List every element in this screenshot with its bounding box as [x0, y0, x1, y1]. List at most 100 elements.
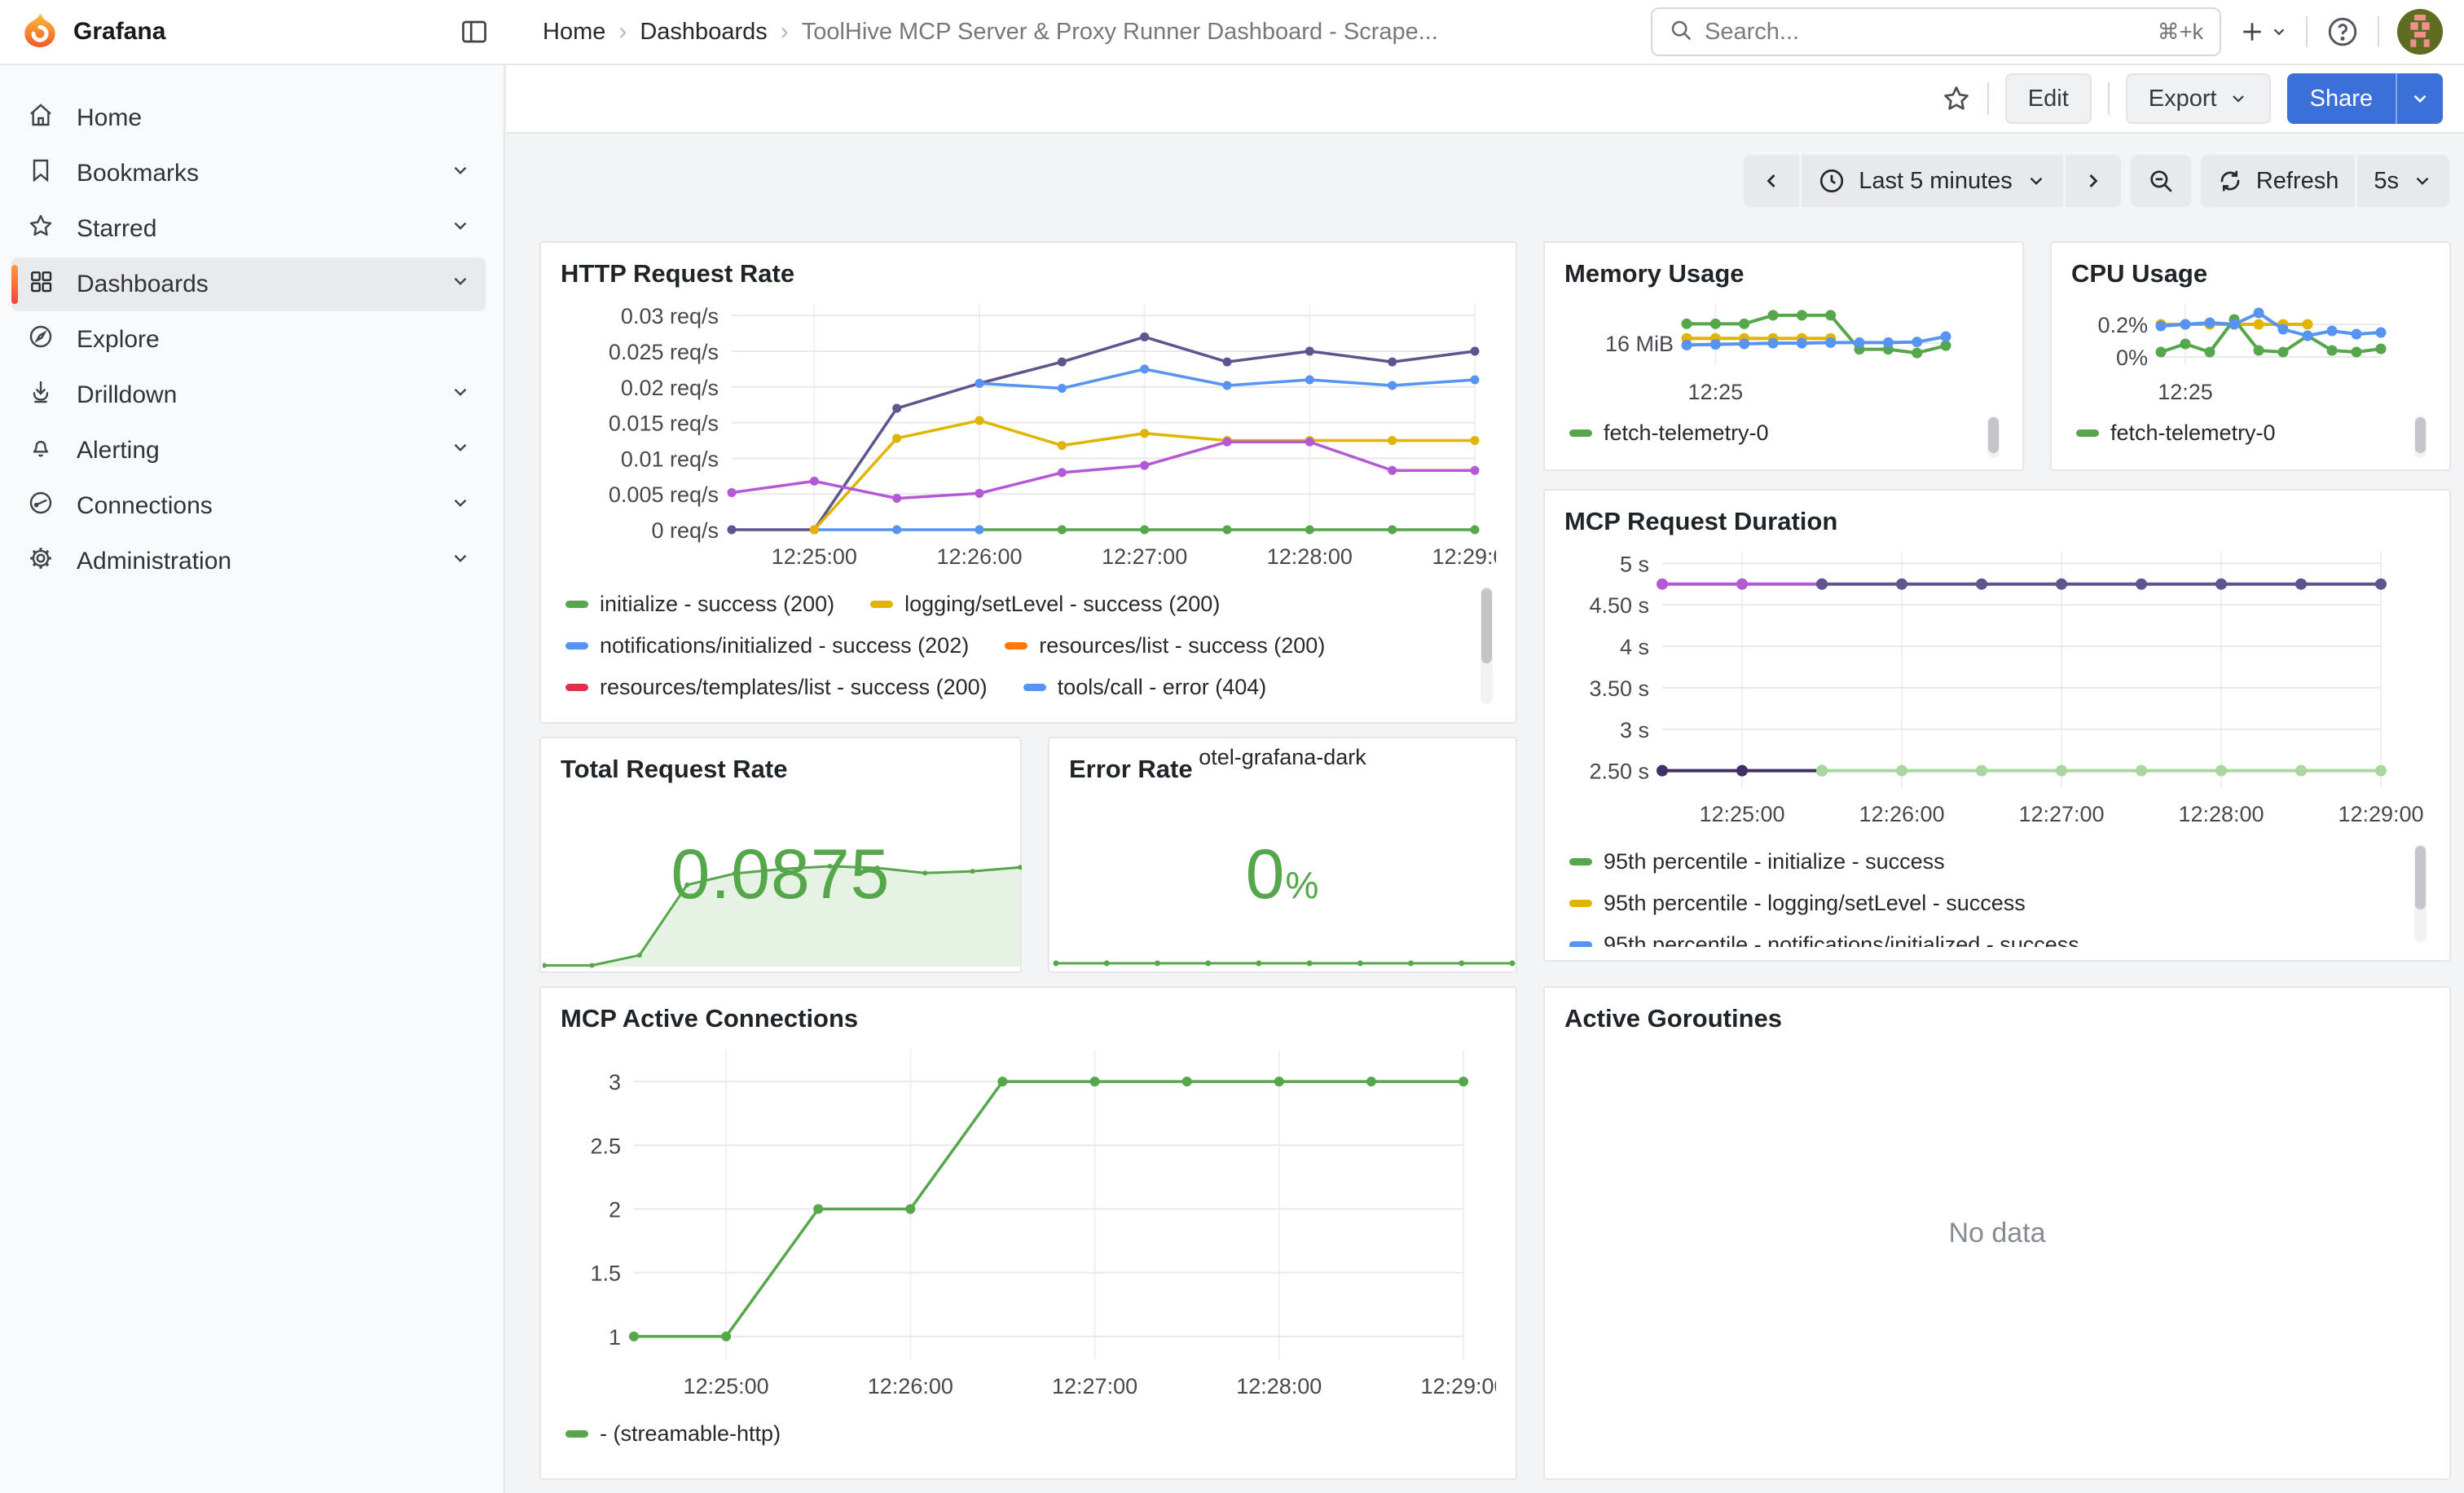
http-request-rate-chart[interactable]: 0.03 req/s0.025 req/s0.02 req/s0.015 req… [561, 292, 1496, 582]
legend-item[interactable]: initialize - success (200) [565, 592, 834, 617]
mcp-request-duration-chart[interactable]: 5 s4.50 s4 s3.50 s3 s2.50 s12:25:0012:26… [1564, 540, 2430, 839]
legend-item[interactable]: fetch-telemetry-0 [1569, 421, 1769, 446]
sidebar-item-explore[interactable]: Explore [11, 313, 486, 367]
search-input[interactable]: Search... ⌘+k [1651, 7, 2221, 56]
sidebar-item-drilldown[interactable]: Drilldown [11, 368, 486, 422]
sidebar-item-label: Administration [77, 548, 231, 575]
panel-title[interactable]: Total Request Rate [561, 751, 1001, 787]
search-icon [1669, 18, 1693, 46]
star-icon [28, 213, 54, 245]
sidebar-item-alerting[interactable]: Alerting [11, 424, 486, 478]
time-shift-back-button[interactable] [1744, 155, 1799, 207]
legend-item[interactable]: fetch-telemetry-0 [2076, 421, 2276, 446]
legend-scrollbar[interactable] [2414, 416, 2427, 458]
top-nav: Grafana Home › Dashboards › ToolHive MCP… [0, 0, 2464, 65]
svg-text:12:27:00: 12:27:00 [1102, 544, 1187, 569]
chevron-down-icon[interactable] [450, 381, 471, 409]
legend-scrollbar[interactable] [1987, 416, 2000, 458]
no-data-message: No data [1545, 988, 2449, 1478]
chevron-down-icon[interactable] [450, 271, 471, 298]
sidebar-item-bookmarks[interactable]: Bookmarks [11, 147, 486, 200]
chevron-left-icon [1760, 170, 1783, 192]
svg-text:12:25:00: 12:25:00 [1699, 802, 1784, 826]
home-icon [28, 102, 54, 134]
legend-item[interactable]: 95th percentile - notifications/initiali… [1569, 932, 2079, 947]
help-button[interactable] [2325, 15, 2360, 49]
nav-right: Search... ⌘+k [1651, 7, 2464, 56]
chevron-down-icon[interactable] [450, 492, 471, 520]
panel-http-request-rate: HTTP Request Rate 0.03 req/s0.025 req/s0… [539, 241, 1517, 724]
memory-legend: fetch-telemetry-0 [1564, 411, 2003, 463]
gear-icon [28, 545, 54, 578]
sidebar-item-connections[interactable]: Connections [11, 479, 486, 533]
legend-item[interactable]: resources/list - success (200) [1005, 633, 1325, 658]
export-button[interactable]: Export [2126, 73, 2271, 124]
sidebar-item-label: Explore [77, 326, 160, 354]
bookmark-icon [28, 157, 54, 190]
svg-text:0.01 req/s: 0.01 req/s [621, 447, 719, 471]
add-new-button[interactable] [2239, 19, 2288, 45]
sidebar-item-administration[interactable]: Administration [11, 535, 486, 588]
chevron-down-icon[interactable] [450, 160, 471, 187]
chevron-down-icon[interactable] [450, 548, 471, 575]
grafana-logo-icon[interactable] [21, 11, 59, 53]
breadcrumb-current: ToolHive MCP Server & Proxy Runner Dashb… [802, 19, 1438, 46]
time-shift-forward-button[interactable] [2066, 155, 2121, 207]
legend-item[interactable]: logging/setLevel - success (200) [870, 592, 1220, 617]
legend-item[interactable]: tools/call - error (404) [1023, 675, 1267, 700]
stat-value: 0.0875 [541, 835, 1020, 915]
share-button[interactable]: Share [2287, 73, 2396, 124]
svg-text:1.5: 1.5 [590, 1262, 621, 1286]
chevron-down-icon[interactable] [450, 437, 471, 465]
sidebar-item-starred[interactable]: Starred [11, 202, 486, 256]
panel-title[interactable]: CPU Usage [2071, 256, 2430, 292]
svg-text:12:27:00: 12:27:00 [1052, 1374, 1137, 1398]
time-range-group: Last 5 minutes [1744, 155, 2121, 207]
svg-text:12:29:00: 12:29:00 [2338, 802, 2423, 826]
sidebar-toggle-icon[interactable] [460, 17, 489, 46]
sidebar-item-label: Bookmarks [77, 160, 199, 187]
search-placeholder: Search... [1705, 19, 2146, 46]
svg-text:12:26:00: 12:26:00 [1859, 802, 1944, 826]
svg-text:4.50 s: 4.50 s [1589, 593, 1649, 618]
share-button-group: Share [2287, 73, 2443, 124]
panel-mcp-active-connections: MCP Active Connections 32.521.5112:25:00… [539, 986, 1517, 1480]
legend-item[interactable]: notifications/initialized - success (202… [565, 633, 969, 658]
breadcrumb-home[interactable]: Home [543, 19, 605, 46]
divider [2378, 16, 2379, 47]
plug-icon [28, 490, 54, 522]
time-range-picker[interactable]: Last 5 minutes [1802, 155, 2063, 207]
edit-button[interactable]: Edit [2005, 73, 2092, 124]
legend-item[interactable]: 95th percentile - initialize - success [1569, 849, 1945, 874]
sidebar-item-home[interactable]: Home [11, 91, 486, 145]
legend-item[interactable]: - (streamable-http) [565, 1421, 781, 1447]
legend-scrollbar[interactable] [2414, 844, 2427, 942]
memory-usage-chart[interactable]: 16 MiB12:25 [1564, 292, 2003, 411]
panel-title[interactable]: Memory Usage [1564, 256, 2003, 292]
chevron-down-icon[interactable] [450, 215, 471, 243]
error-unit: % [1285, 864, 1319, 906]
refresh-interval-picker[interactable]: 5s [2357, 155, 2449, 207]
cpu-usage-chart[interactable]: 0.2%0%12:25 [2071, 292, 2430, 411]
error-rate-sparkline[interactable] [1051, 945, 1517, 970]
panel-title[interactable]: HTTP Request Rate [561, 256, 1496, 292]
avatar[interactable] [2397, 9, 2443, 55]
mcp-active-connections-chart[interactable]: 32.521.5112:25:0012:26:0012:27:0012:28:0… [561, 1037, 1496, 1412]
chevron-right-icon [2082, 170, 2105, 192]
svg-text:2.5: 2.5 [590, 1134, 621, 1158]
refresh-interval-label: 5s [2374, 168, 2399, 195]
error-value: 0 [1246, 835, 1286, 914]
legend-item[interactable]: 95th percentile - logging/setLevel - suc… [1569, 891, 2026, 916]
breadcrumb-dashboards[interactable]: Dashboards [640, 19, 767, 46]
legend-scrollbar[interactable] [1481, 587, 1493, 704]
refresh-button[interactable]: Refresh [2201, 155, 2356, 207]
panel-title[interactable]: MCP Active Connections [561, 1001, 1496, 1037]
favorite-star-button[interactable] [1942, 84, 1971, 113]
share-dropdown-button[interactable] [2396, 73, 2443, 124]
sidebar-item-dashboards[interactable]: Dashboards [11, 258, 486, 311]
legend-item[interactable]: resources/templates/list - success (200) [565, 675, 988, 700]
http-legend: initialize - success (200) logging/setLev… [561, 582, 1496, 709]
panel-title[interactable]: MCP Request Duration [1564, 504, 2430, 540]
zoom-out-button[interactable] [2131, 155, 2191, 207]
svg-text:3 s: 3 s [1620, 718, 1649, 742]
